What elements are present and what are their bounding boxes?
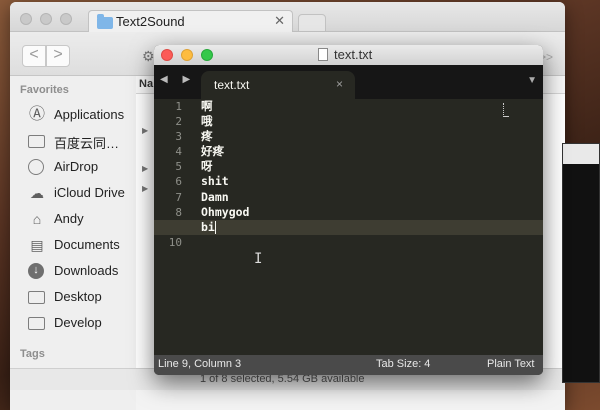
sidebar-item-label: iCloud Drive <box>54 185 125 200</box>
line-number: 10 <box>168 235 182 249</box>
disclosure-triangle-icon[interactable]: ▶ <box>142 184 148 193</box>
sidebar-item-label: Andy <box>54 211 84 226</box>
documents-icon: ▤ <box>30 237 44 253</box>
editor-titlebar: text.txt <box>154 45 543 65</box>
line-number: 5 <box>175 160 182 174</box>
finder-tab-bar: Text2Sound ✕ <box>10 2 565 32</box>
sidebar-item-documents[interactable]: ▤ Documents <box>10 234 136 256</box>
sidebar-item-label: 百度云同… <box>54 136 120 151</box>
document-icon <box>318 48 328 61</box>
tab-label: text.txt <box>214 78 250 92</box>
tab-size-selector[interactable]: Tab Size: 4 <box>376 358 430 370</box>
syntax-selector[interactable]: Plain Text <box>487 358 535 370</box>
editor-tab-bar: ◀ ▶ text.txt × ▼ <box>154 65 543 99</box>
folder-icon <box>28 135 45 148</box>
tags-heading: Tags <box>20 348 45 360</box>
sidebar-item-label: Documents <box>54 237 120 252</box>
back-button[interactable]: < <box>22 45 46 67</box>
window-title: text.txt <box>334 47 373 62</box>
sidebar-item-label: Applications <box>54 107 125 122</box>
code-line[interactable]: 好疼 <box>201 144 501 159</box>
code-line[interactable]: 啊 <box>201 99 501 114</box>
forward-button[interactable]: > <box>46 45 70 67</box>
finder-sidebar: Favorites Ⓐ Applications 百度云同… AirDrop ☁… <box>10 76 136 410</box>
sidebar-item-label: AirDrop <box>54 159 99 174</box>
column-header-label: Na <box>139 78 154 90</box>
sidebar-item-icloud[interactable]: ☁ iCloud Drive <box>10 182 136 204</box>
zoom-button[interactable] <box>201 49 213 61</box>
line-number: 2 <box>175 115 182 129</box>
editor-window: text.txt ◀ ▶ text.txt × ▼ 12345678910 啊哦… <box>154 45 543 375</box>
finder-close-button[interactable] <box>20 13 32 25</box>
line-number: 1 <box>175 100 182 113</box>
line-number: 7 <box>175 190 182 204</box>
code-line[interactable]: bi <box>201 220 501 235</box>
line-number: 8 <box>175 205 182 219</box>
new-tab-button[interactable] <box>298 14 326 32</box>
ibeam-cursor-icon: I <box>254 251 263 267</box>
finder-tab[interactable]: Text2Sound ✕ <box>88 10 293 32</box>
gear-icon[interactable]: ⚙ <box>142 48 155 65</box>
folder-icon <box>97 14 113 29</box>
code-line[interactable]: 哦 <box>201 114 501 129</box>
folder-icon <box>28 317 45 330</box>
text-caret <box>214 220 216 234</box>
disclosure-triangle-icon[interactable]: ▶ <box>142 164 148 173</box>
cloud-icon: ☁ <box>30 185 44 201</box>
favorites-heading: Favorites <box>20 84 69 96</box>
finder-zoom-button[interactable] <box>60 13 72 25</box>
line-number: 4 <box>175 145 182 159</box>
applications-icon: Ⓐ <box>28 106 45 123</box>
background-window-titlebar <box>563 144 599 164</box>
home-icon: ⌂ <box>32 211 42 227</box>
downloads-icon: ↓ <box>28 263 44 279</box>
sidebar-item-andy[interactable]: ⌂ Andy <box>10 208 136 230</box>
background-window <box>562 143 600 383</box>
editor-status-bar: Line 9, Column 3 Tab Size: 4 Plain Text <box>154 355 543 375</box>
minimize-button[interactable] <box>181 49 193 61</box>
text-area[interactable]: 啊哦疼好疼呀 shit Damn Ohmygod bi <box>201 99 501 250</box>
code-line[interactable]: shit <box>201 174 501 189</box>
line-number: 3 <box>175 130 182 144</box>
code-line[interactable]: 疼 <box>201 129 501 144</box>
code-line[interactable]: Ohmygod <box>201 205 501 220</box>
sidebar-item-label: Downloads <box>54 263 119 278</box>
sidebar-item-label: Develop <box>54 315 102 330</box>
close-icon[interactable]: × <box>336 77 343 91</box>
line-number: 6 <box>175 175 182 189</box>
code-line[interactable]: 呀 <box>201 159 501 174</box>
disclosure-triangle-icon[interactable]: ▶ <box>142 126 148 135</box>
sidebar-item-downloads[interactable]: ↓ Downloads <box>10 260 136 282</box>
airdrop-icon <box>28 159 44 175</box>
desktop-icon <box>28 291 45 304</box>
tab-text-txt[interactable]: text.txt × <box>201 71 355 99</box>
finder-minimize-button[interactable] <box>40 13 52 25</box>
sidebar-item-airdrop[interactable]: AirDrop <box>10 156 136 178</box>
chevron-down-icon[interactable]: ▼ <box>527 75 537 86</box>
sidebar-item-baidu[interactable]: 百度云同… <box>10 130 136 152</box>
code-line[interactable]: Damn <box>201 190 501 205</box>
finder-tab-title: Text2Sound <box>116 14 185 29</box>
tab-nav-arrows-icon[interactable]: ◀ ▶ <box>160 74 196 85</box>
close-icon[interactable]: ✕ <box>274 13 285 29</box>
sidebar-item-label: Desktop <box>54 289 102 304</box>
cursor-position: Line 9, Column 3 <box>158 358 242 370</box>
sidebar-item-desktop[interactable]: Desktop <box>10 286 136 308</box>
minimap[interactable] <box>503 103 509 117</box>
sidebar-item-applications[interactable]: Ⓐ Applications <box>10 104 136 126</box>
close-button[interactable] <box>161 49 173 61</box>
sidebar-item-develop[interactable]: Develop <box>10 312 136 334</box>
code-line[interactable] <box>201 235 501 250</box>
